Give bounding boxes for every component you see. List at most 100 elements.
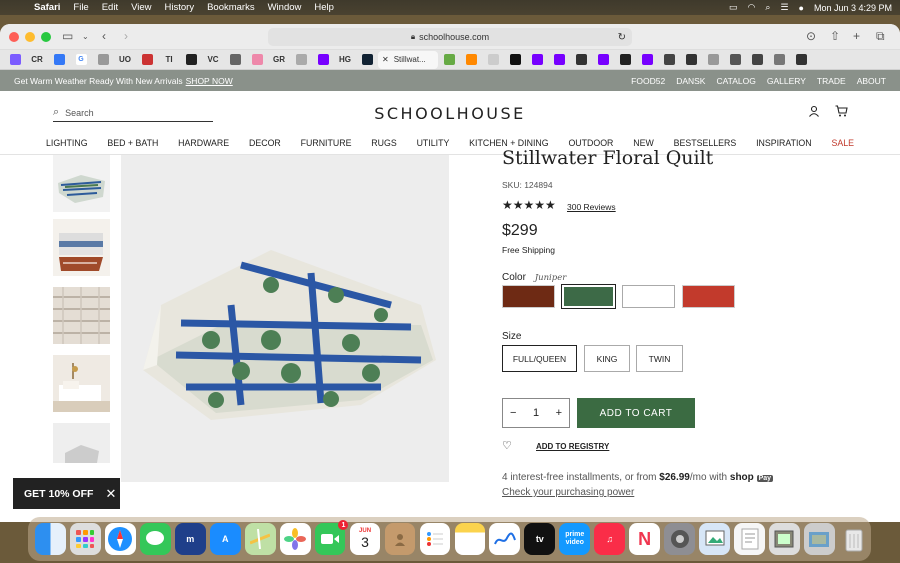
tab-favicon[interactable] [548, 52, 570, 68]
product-thumbnail[interactable] [53, 219, 110, 276]
tab-favicon[interactable] [592, 52, 614, 68]
download-icon[interactable]: ⊙ [806, 29, 816, 43]
tab-favicon[interactable] [504, 52, 526, 68]
tab-favicon[interactable] [438, 52, 460, 68]
sidebar-toggle-icon[interactable]: ▭ [62, 29, 73, 43]
new-tab-icon[interactable]: + [853, 29, 860, 43]
color-swatch-white[interactable] [622, 285, 675, 308]
discount-popup-button[interactable]: GET 10% OFF ✕ [13, 478, 120, 509]
tab-favicon[interactable] [180, 52, 202, 68]
app-store-icon[interactable]: A [209, 523, 241, 555]
close-icon[interactable]: ✕ [105, 486, 116, 502]
chevron-down-icon[interactable]: ⌄ [82, 32, 89, 41]
siri-icon[interactable]: ● [799, 3, 804, 13]
menu-view[interactable]: View [131, 2, 151, 13]
notes-icon[interactable] [454, 523, 486, 555]
account-icon[interactable] [808, 105, 820, 120]
close-window-button[interactable] [9, 31, 19, 42]
tab-favicon[interactable] [636, 52, 658, 68]
menu-help[interactable]: Help [314, 2, 334, 13]
facetime-icon[interactable]: 1 [314, 520, 349, 555]
contacts-icon[interactable] [384, 523, 416, 555]
nav-hardware[interactable]: HARDWARE [178, 138, 229, 148]
tab-favicon[interactable] [614, 52, 636, 68]
news-icon[interactable]: N [629, 523, 661, 555]
tab-favicon[interactable] [724, 52, 746, 68]
check-purchasing-power-link[interactable]: Check your purchasing power [502, 487, 634, 498]
tab-favicon[interactable] [92, 52, 114, 68]
color-swatch-juniper[interactable] [561, 284, 616, 309]
nav-lighting[interactable]: LIGHTING [46, 138, 88, 148]
nav-sale[interactable]: SALE [831, 138, 854, 148]
forward-icon[interactable]: › [124, 29, 128, 43]
preview-icon[interactable] [699, 523, 730, 555]
tab-favicon[interactable] [768, 52, 790, 68]
back-icon[interactable]: ‹ [102, 29, 106, 43]
launchpad-icon[interactable] [70, 523, 101, 555]
tab-favicon[interactable] [790, 52, 812, 68]
product-thumbnail[interactable] [53, 287, 110, 344]
nav-kitchen-dining[interactable]: KITCHEN + DINING [469, 138, 548, 148]
nav-bed-bath[interactable]: BED + BATH [107, 138, 158, 148]
tab-favicon[interactable] [680, 52, 702, 68]
tab-favicon[interactable] [312, 52, 334, 68]
tab-favicon[interactable] [136, 52, 158, 68]
discount-text[interactable]: GET 10% OFF [24, 488, 93, 500]
minimize-window-button[interactable] [25, 31, 35, 42]
tab-favicon[interactable] [702, 52, 724, 68]
menu-app-name[interactable]: Safari [34, 2, 60, 13]
tab-favicon[interactable]: CR [26, 52, 48, 68]
promo-link-dansk[interactable]: DANSK [676, 76, 705, 86]
menu-file[interactable]: File [73, 2, 88, 13]
calendar-icon[interactable]: JUN 3 [349, 523, 381, 555]
messages-icon[interactable] [139, 523, 171, 555]
downloads-folder-icon[interactable] [804, 523, 835, 555]
reload-icon[interactable]: ↻ [618, 32, 626, 43]
promo-link-catalog[interactable]: CATALOG [716, 76, 755, 86]
quantity-value[interactable]: 1 [533, 407, 539, 419]
textedit-icon[interactable] [734, 523, 765, 555]
tab-favicon[interactable] [746, 52, 768, 68]
clock[interactable]: Mon Jun 3 4:29 PM [814, 3, 892, 13]
tab-favicon[interactable] [482, 52, 504, 68]
tab-favicon[interactable] [224, 52, 246, 68]
tab-favicon[interactable]: UO [114, 52, 136, 68]
add-to-registry-link[interactable]: ADD TO REGISTRY [536, 442, 609, 451]
address-bar[interactable]: 🔒︎ schoolhouse.com ↻ [268, 28, 632, 46]
tab-favicon[interactable]: VC [202, 52, 224, 68]
size-twin-button[interactable]: TWIN [636, 345, 683, 372]
menu-bookmarks[interactable]: Bookmarks [207, 2, 255, 13]
tab-favicon[interactable] [356, 52, 378, 68]
product-thumbnail[interactable] [53, 423, 110, 463]
zoom-window-button[interactable] [41, 31, 51, 42]
tab-favicon[interactable] [246, 52, 268, 68]
product-thumbnail[interactable] [53, 155, 110, 212]
nav-bestsellers[interactable]: BESTSELLERS [674, 138, 737, 148]
promo-link-trade[interactable]: TRADE [817, 76, 846, 86]
add-to-cart-button[interactable]: ADD TO CART [577, 398, 695, 428]
tab-favicon[interactable]: G [70, 52, 92, 68]
tab-favicon[interactable] [526, 52, 548, 68]
nav-outdoor[interactable]: OUTDOOR [568, 138, 613, 148]
nav-new[interactable]: NEW [633, 138, 654, 148]
tab-favicon[interactable] [658, 52, 680, 68]
search-input[interactable]: ⌕ Search [53, 104, 213, 122]
tab-favicon[interactable] [570, 52, 592, 68]
battery-icon[interactable]: ▭ [729, 2, 738, 13]
menu-window[interactable]: Window [268, 2, 302, 13]
increase-quantity-button[interactable]: + [556, 407, 562, 419]
tab-favicon[interactable]: GR [268, 52, 290, 68]
tab-active[interactable]: ✕ Stillwat... [378, 50, 438, 69]
product-main-image[interactable] [121, 155, 449, 482]
menu-history[interactable]: History [165, 2, 195, 13]
photo-browser-icon[interactable] [769, 523, 800, 555]
tab-favicon[interactable] [290, 52, 312, 68]
tab-favicon[interactable] [460, 52, 482, 68]
tab-overview-icon[interactable]: ⧉ [876, 29, 885, 44]
control-center-icon[interactable]: ☰ [780, 2, 788, 13]
promo-link-gallery[interactable]: GALLERY [767, 76, 806, 86]
tab-close-icon[interactable]: ✕ [382, 55, 389, 64]
spotlight-icon[interactable]: ⌕ [765, 2, 770, 13]
prime-video-icon[interactable]: prime video [559, 523, 591, 555]
share-icon[interactable]: ⇧ [830, 29, 840, 43]
